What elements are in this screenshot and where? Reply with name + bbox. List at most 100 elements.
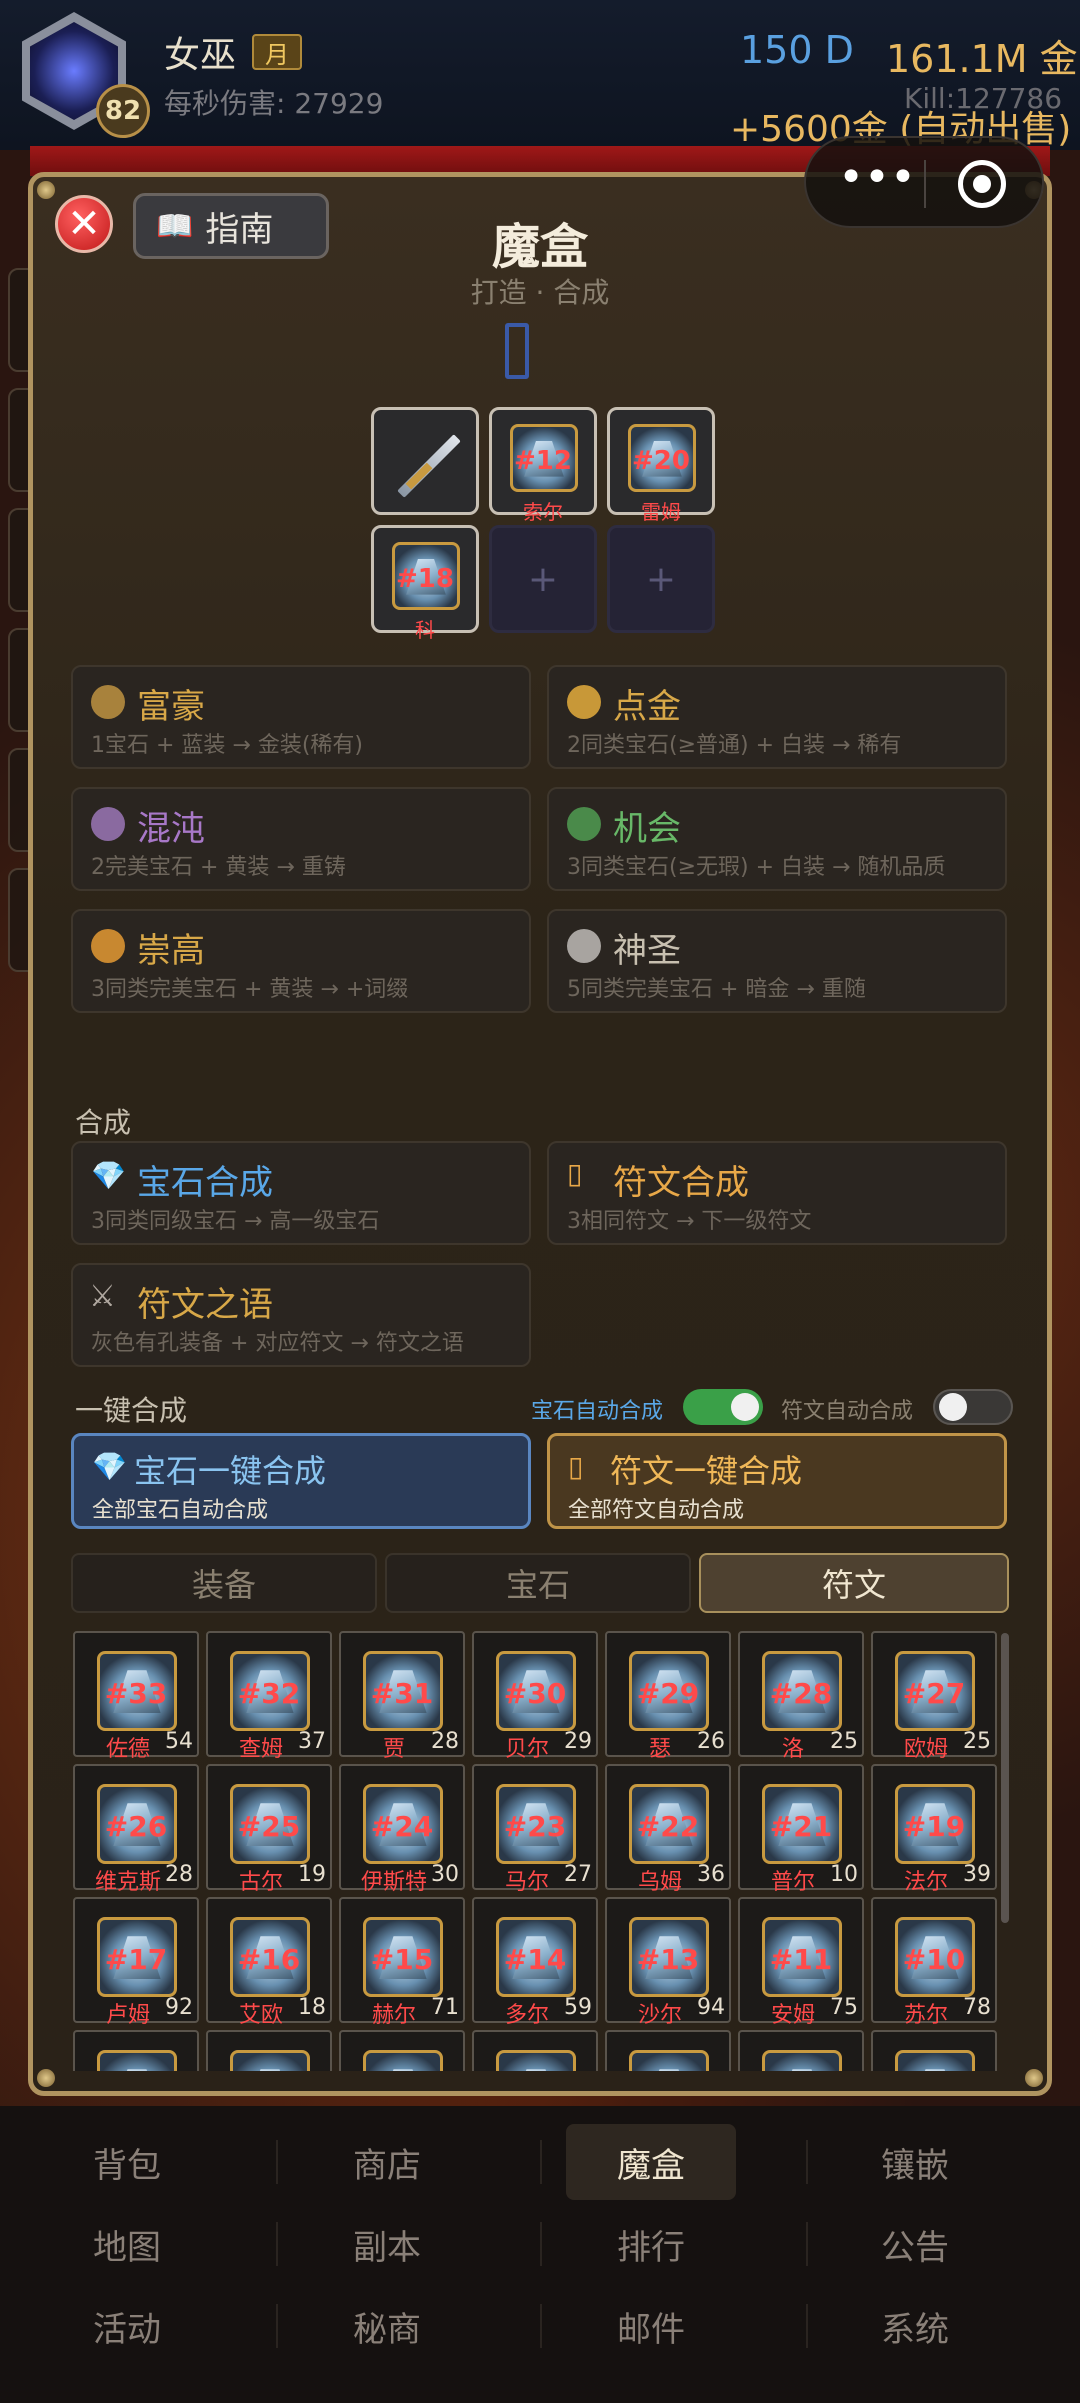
recipe-name: 富豪 bbox=[137, 687, 205, 727]
rune-auto-toggle[interactable] bbox=[933, 1389, 1013, 1425]
rune-number: #24 bbox=[370, 1810, 434, 1843]
toggle-knob bbox=[939, 1393, 967, 1421]
recipe-name: 崇高 bbox=[137, 931, 205, 971]
rune-grid-cell[interactable] bbox=[73, 2030, 199, 2071]
rune-grid-cell[interactable]: #19 法尔 39 bbox=[871, 1764, 997, 1895]
recipe-card[interactable]: 富豪 1宝石 + 蓝装 → 金装(稀有) bbox=[71, 665, 531, 769]
recipe-desc: 2同类宝石(≥普通) + 白装 → 稀有 bbox=[567, 733, 902, 758]
rune-grid-cell[interactable] bbox=[206, 2030, 332, 2071]
rune-count: 54 bbox=[165, 1729, 193, 1754]
rune-count: 18 bbox=[298, 1995, 326, 2020]
horadric-cube-modal: ✕ 📖 指南 魔盒 打造 · 合成 #12 索尔 #20 雷姆 #18 科 + … bbox=[28, 172, 1052, 2096]
nav-item[interactable]: 魔盒 bbox=[566, 2124, 736, 2200]
gem-oneclick-sub: 全部宝石自动合成 bbox=[92, 1498, 269, 1523]
nav-item[interactable]: 公告 bbox=[830, 2206, 1000, 2282]
rune-grid-cell[interactable]: #25 古尔 19 bbox=[206, 1764, 332, 1895]
rune-number: #29 bbox=[636, 1677, 700, 1710]
rune-grid-cell[interactable] bbox=[339, 2030, 465, 2071]
craft-slot-rune[interactable]: #18 科 bbox=[371, 525, 479, 642]
nav-divider bbox=[540, 2140, 542, 2184]
rune-grid-cell[interactable]: #29 瑟 26 bbox=[605, 1631, 731, 1762]
recipe-card[interactable]: 混沌 2完美宝石 + 黄装 → 重铸 bbox=[71, 787, 531, 891]
nav-item[interactable]: 镶嵌 bbox=[830, 2124, 1000, 2200]
rune-count: 30 bbox=[431, 1862, 459, 1887]
gem-icon: 💎 bbox=[91, 1159, 126, 1192]
recipe-desc: 5同类完美宝石 + 暗金 → 重随 bbox=[567, 977, 866, 1002]
rune-grid-cell[interactable]: #22 乌姆 36 bbox=[605, 1764, 731, 1895]
rune-grid-cell[interactable]: #32 查姆 37 bbox=[206, 1631, 332, 1762]
modal-subtitle: 打造 · 合成 bbox=[470, 276, 610, 309]
month-card-badge[interactable]: 月 bbox=[252, 34, 302, 70]
gem-oneclick-button[interactable]: 💎 宝石一键合成 全部宝石自动合成 bbox=[71, 1433, 531, 1529]
nav-divider bbox=[540, 2304, 542, 2348]
rune-grid: #33 佐德 54 #32 查姆 37 #31 贾 28 #30 贝尔 29 #29 瑟 26 #28 洛 25 #… bbox=[73, 1631, 1013, 2071]
nav-item[interactable]: 背包 bbox=[42, 2124, 212, 2200]
rune-number: #18 bbox=[396, 564, 454, 594]
money-bag-icon bbox=[91, 685, 125, 719]
rune-number: #30 bbox=[503, 1677, 567, 1710]
rune-grid-cell[interactable] bbox=[472, 2030, 598, 2071]
rune-grid-cell[interactable]: #21 普尔 10 bbox=[738, 1764, 864, 1895]
rune-grid-cell[interactable]: #16 艾欧 18 bbox=[206, 1897, 332, 2028]
rune-grid-cell[interactable]: #14 多尔 59 bbox=[472, 1897, 598, 2028]
synth-desc: 灰色有孔装备 + 对应符文 → 符文之语 bbox=[91, 1331, 464, 1356]
rune-grid-cell[interactable]: #23 马尔 27 bbox=[472, 1764, 598, 1895]
rune-grid-cell[interactable]: #31 贾 28 bbox=[339, 1631, 465, 1762]
nav-item[interactable]: 系统 bbox=[830, 2288, 1000, 2364]
nav-item[interactable]: 副本 bbox=[302, 2206, 472, 2282]
rune-grid-cell[interactable]: #27 欧姆 25 bbox=[871, 1631, 997, 1762]
craft-slot-rune[interactable]: #20 雷姆 bbox=[607, 407, 715, 524]
nav-item[interactable]: 活动 bbox=[42, 2288, 212, 2364]
craft-slot-empty[interactable]: + bbox=[607, 525, 715, 633]
rune-oneclick-button[interactable]: ▯ 符文一键合成 全部符文自动合成 bbox=[547, 1433, 1007, 1529]
synth-card[interactable]: ▯ 符文合成 3相同符文 → 下一级符文 bbox=[547, 1141, 1007, 1245]
craft-slot-rune[interactable]: #12 索尔 bbox=[489, 407, 597, 524]
rune-grid-cell[interactable] bbox=[738, 2030, 864, 2071]
rune-count: 25 bbox=[963, 1729, 991, 1754]
synth-card[interactable]: 💎 宝石合成 3同类同级宝石 → 高一级宝石 bbox=[71, 1141, 531, 1245]
rune-grid-cell[interactable]: #17 卢姆 92 bbox=[73, 1897, 199, 2028]
rune-count: 26 bbox=[697, 1729, 725, 1754]
rune-count: 59 bbox=[564, 1995, 592, 2020]
tab-runes[interactable]: 符文 bbox=[699, 1553, 1009, 1613]
rune-grid-cell[interactable]: #11 安姆 75 bbox=[738, 1897, 864, 2028]
tab-gems[interactable]: 宝石 bbox=[385, 1553, 691, 1613]
recipe-card[interactable]: 崇高 3同类完美宝石 + 黄装 → +词缀 bbox=[71, 909, 531, 1013]
craft-slot-sword[interactable] bbox=[371, 407, 479, 515]
recipe-card[interactable]: 神圣 5同类完美宝石 + 暗金 → 重随 bbox=[547, 909, 1007, 1013]
rune-count: 27 bbox=[564, 1862, 592, 1887]
rune-grid-cell[interactable]: #24 伊斯特 30 bbox=[339, 1764, 465, 1895]
rune-number: #11 bbox=[769, 1943, 833, 1976]
tab-equipment[interactable]: 装备 bbox=[71, 1553, 377, 1613]
nav-item[interactable]: 秘商 bbox=[302, 2288, 472, 2364]
nav-item[interactable]: 邮件 bbox=[566, 2288, 736, 2364]
rune-number: #16 bbox=[237, 1943, 301, 1976]
gem-auto-toggle[interactable] bbox=[683, 1389, 763, 1425]
rune-grid-cell[interactable] bbox=[605, 2030, 731, 2071]
rune-number: #19 bbox=[902, 1810, 966, 1843]
recipe-card[interactable]: 点金 2同类宝石(≥普通) + 白装 → 稀有 bbox=[547, 665, 1007, 769]
rune-grid-cell[interactable]: #26 维克斯 28 bbox=[73, 1764, 199, 1895]
nav-item[interactable]: 排行 bbox=[566, 2206, 736, 2282]
synth-name: 宝石合成 bbox=[137, 1163, 273, 1203]
recipe-card[interactable]: 机会 3同类宝石(≥无瑕) + 白装 → 随机品质 bbox=[547, 787, 1007, 891]
rune-icon bbox=[496, 2050, 576, 2071]
nav-item[interactable]: 商店 bbox=[302, 2124, 472, 2200]
rune-grid-cell[interactable]: #30 贝尔 29 bbox=[472, 1631, 598, 1762]
rune-oneclick-title: 符文一键合成 bbox=[610, 1452, 803, 1490]
more-menu-icon[interactable]: ••• bbox=[832, 150, 922, 214]
rune-grid-cell[interactable]: #28 洛 25 bbox=[738, 1631, 864, 1762]
oneclick-section-label: 一键合成 bbox=[75, 1394, 188, 1427]
rune-grid-cell[interactable]: #13 沙尔 94 bbox=[605, 1897, 731, 2028]
rune-number: #10 bbox=[902, 1943, 966, 1976]
rune-grid-cell[interactable]: #10 苏尔 78 bbox=[871, 1897, 997, 2028]
grid-scrollbar[interactable] bbox=[1001, 1633, 1009, 1923]
nav-item[interactable]: 地图 bbox=[42, 2206, 212, 2282]
rune-grid-cell[interactable]: #33 佐德 54 bbox=[73, 1631, 199, 1762]
rune-grid-cell[interactable] bbox=[871, 2030, 997, 2071]
synth-card[interactable]: ⚔ 符文之语 灰色有孔装备 + 对应符文 → 符文之语 bbox=[71, 1263, 531, 1367]
craft-slot-empty[interactable]: + bbox=[489, 525, 597, 633]
rune-grid-cell[interactable]: #15 赫尔 71 bbox=[339, 1897, 465, 2028]
close-target-icon[interactable] bbox=[958, 160, 1006, 208]
recipe-name: 神圣 bbox=[613, 931, 681, 971]
